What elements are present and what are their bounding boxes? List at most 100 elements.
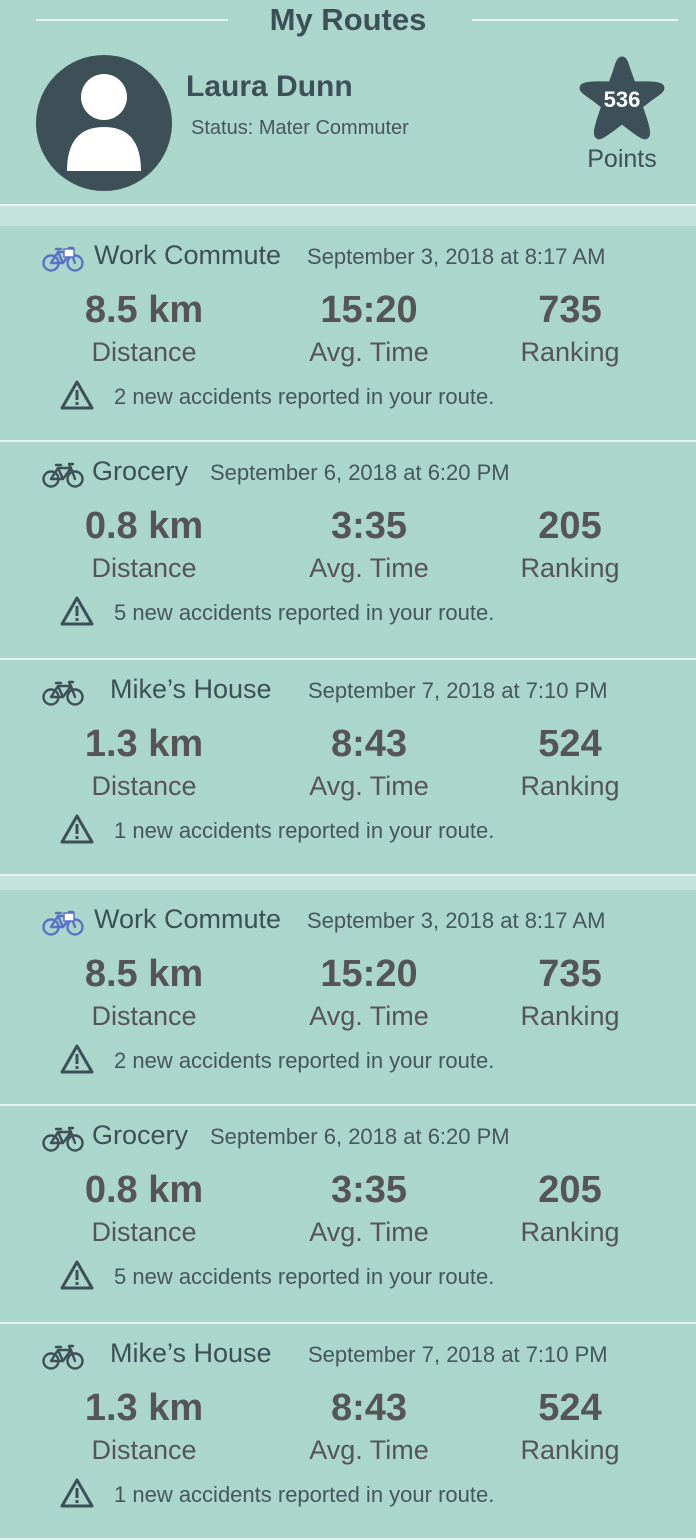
- ranking-label: Ranking: [520, 337, 620, 367]
- avg-time-label: Avg. Time: [309, 1001, 429, 1031]
- user-name: Laura Dunn: [186, 70, 353, 103]
- avg-time-label: Avg. Time: [309, 553, 429, 583]
- title-row: My Routes: [0, 0, 696, 40]
- alert-text: 5 new accidents reported in your route.: [114, 600, 495, 625]
- ranking-stat: 735 Ranking: [470, 952, 670, 1034]
- points-badge[interactable]: 536 Points: [572, 52, 672, 182]
- avg-time-label: Avg. Time: [309, 1217, 429, 1247]
- ranking-value: 205: [538, 1169, 602, 1211]
- distance-stat: 8.5 km Distance: [44, 288, 244, 370]
- distance-stat: 1.3 km Distance: [44, 722, 244, 804]
- avg-time-label: Avg. Time: [309, 1435, 429, 1465]
- route-date: September 6, 2018 at 6:20 PM: [210, 1124, 510, 1149]
- ranking-value: 205: [538, 505, 602, 547]
- route-header: Grocery September 6, 2018 at 6:20 PM: [42, 1118, 696, 1158]
- distance-value: 1.3 km: [84, 1387, 204, 1429]
- ranking-value: 524: [538, 1387, 602, 1429]
- avg-time-value: 8:43: [330, 1387, 408, 1429]
- ranking-value: 735: [538, 953, 602, 995]
- section-gap: [0, 876, 696, 890]
- avg-time-stat: 8:43 Avg. Time: [269, 722, 469, 804]
- bike-icon: [42, 1344, 84, 1370]
- title-divider-right: [472, 19, 678, 21]
- alert-text: 2 new accidents reported in your route.: [114, 384, 495, 409]
- avg-time-label: Avg. Time: [309, 337, 429, 367]
- ranking-label: Ranking: [520, 553, 620, 583]
- bike-with-box-icon: [42, 910, 84, 936]
- routes-list: Work Commute September 3, 2018 at 8:17 AM…: [0, 226, 696, 1540]
- alert-text: 1 new accidents reported in your route.: [114, 1482, 495, 1507]
- ranking-label: Ranking: [520, 1435, 620, 1465]
- alert-text: 2 new accidents reported in your route.: [114, 1048, 495, 1073]
- bike-icon: [42, 1126, 84, 1152]
- route-name: Work Commute: [94, 904, 282, 934]
- bike-icon: [42, 680, 84, 706]
- bike-icon: [42, 462, 84, 488]
- route-name: Grocery: [92, 1120, 189, 1150]
- avatar[interactable]: [36, 55, 172, 191]
- avg-time-value: 8:43: [330, 723, 408, 765]
- route-card[interactable]: Grocery September 6, 2018 at 6:20 PM 0.8 k…: [0, 1106, 696, 1324]
- avg-time-value: 3:35: [330, 505, 408, 547]
- route-card[interactable]: Grocery September 6, 2018 at 6:20 PM 0.8 k…: [0, 442, 696, 660]
- distance-stat: 0.8 km Distance: [44, 1168, 244, 1250]
- distance-label: Distance: [91, 771, 197, 801]
- route-card[interactable]: Work Commute September 3, 2018 at 8:17 AM…: [0, 890, 696, 1106]
- ranking-stat: 205 Ranking: [470, 1168, 670, 1250]
- distance-stat: 0.8 km Distance: [44, 504, 244, 586]
- avg-time-stat: 3:35 Avg. Time: [269, 504, 469, 586]
- ranking-stat: 524 Ranking: [470, 722, 670, 804]
- avg-time-stat: 15:20 Avg. Time: [269, 288, 469, 370]
- ranking-stat: 205 Ranking: [470, 504, 670, 586]
- route-header: Mike’s House September 7, 2018 at 7:10 PM: [42, 1336, 696, 1376]
- route-date: September 7, 2018 at 7:10 PM: [308, 1342, 608, 1367]
- distance-stat: 8.5 km Distance: [44, 952, 244, 1034]
- route-header: Grocery September 6, 2018 at 6:20 PM: [42, 454, 696, 494]
- ranking-label: Ranking: [520, 1217, 620, 1247]
- route-date: September 3, 2018 at 8:17 AM: [307, 244, 606, 269]
- alert-text: 5 new accidents reported in your route.: [114, 1264, 495, 1289]
- bike-with-box-icon: [42, 246, 84, 272]
- route-header: Work Commute September 3, 2018 at 8:17 AM: [42, 902, 696, 942]
- distance-label: Distance: [91, 1435, 197, 1465]
- header-divider: [0, 204, 696, 226]
- avg-time-label: Avg. Time: [309, 771, 429, 801]
- distance-label: Distance: [91, 337, 197, 367]
- points-label: Points: [587, 145, 657, 173]
- distance-label: Distance: [91, 1001, 197, 1031]
- distance-value: 1.3 km: [84, 723, 204, 765]
- ranking-label: Ranking: [520, 1001, 620, 1031]
- avg-time-stat: 3:35 Avg. Time: [269, 1168, 469, 1250]
- ranking-label: Ranking: [520, 771, 620, 801]
- route-date: September 6, 2018 at 6:20 PM: [210, 460, 510, 485]
- profile-header: My Routes Laura Dunn Status: Mater Commu…: [0, 0, 696, 204]
- avg-time-value: 15:20: [320, 953, 418, 995]
- route-card[interactable]: Mike’s House September 7, 2018 at 7:10 PM…: [0, 1324, 696, 1540]
- distance-value: 0.8 km: [84, 505, 204, 547]
- ranking-value: 524: [538, 723, 602, 765]
- avg-time-value: 3:35: [330, 1169, 408, 1211]
- ranking-stat: 735 Ranking: [470, 288, 670, 370]
- route-name: Grocery: [92, 456, 189, 486]
- distance-value: 0.8 km: [84, 1169, 204, 1211]
- avg-time-stat: 15:20 Avg. Time: [269, 952, 469, 1034]
- route-header: Work Commute September 3, 2018 at 8:17 AM: [42, 238, 696, 278]
- route-name: Mike’s House: [110, 1338, 272, 1368]
- distance-label: Distance: [91, 553, 197, 583]
- user-silhouette-icon: [67, 74, 141, 171]
- route-card[interactable]: Work Commute September 3, 2018 at 8:17 AM…: [0, 226, 696, 442]
- distance-stat: 1.3 km Distance: [44, 1386, 244, 1468]
- route-name: Mike’s House: [110, 674, 272, 704]
- distance-label: Distance: [91, 1217, 197, 1247]
- route-name: Work Commute: [94, 240, 282, 270]
- ranking-value: 735: [538, 289, 602, 331]
- user-status: Status: Mater Commuter: [191, 117, 409, 139]
- route-date: September 7, 2018 at 7:10 PM: [308, 678, 608, 703]
- ranking-stat: 524 Ranking: [470, 1386, 670, 1468]
- route-date: September 3, 2018 at 8:17 AM: [307, 908, 606, 933]
- distance-value: 8.5 km: [84, 953, 204, 995]
- alert-text: 1 new accidents reported in your route.: [114, 818, 495, 843]
- route-card[interactable]: Mike’s House September 7, 2018 at 7:10 PM…: [0, 660, 696, 876]
- route-header: Mike’s House September 7, 2018 at 7:10 PM: [42, 672, 696, 712]
- avg-time-value: 15:20: [320, 289, 418, 331]
